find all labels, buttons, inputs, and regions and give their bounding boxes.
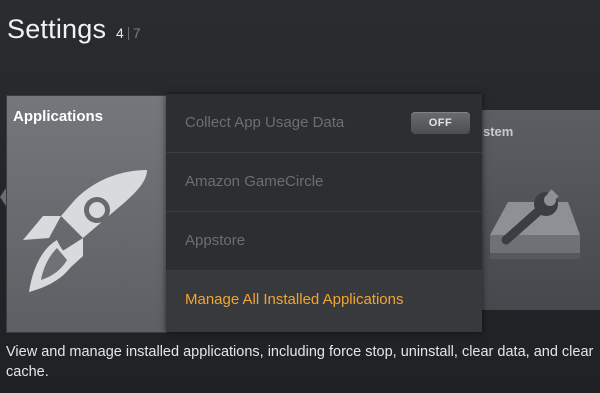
card-title: Applications — [13, 108, 104, 125]
page-separator — [127, 27, 129, 40]
menu-item-amazon-gamecircle[interactable]: Amazon GameCircle — [166, 153, 482, 212]
page-current: 4 — [116, 25, 124, 41]
wrench-drive-icon — [490, 189, 580, 259]
applications-card[interactable]: Applications — [7, 96, 166, 332]
menu-item-label: Manage All Installed Applications — [185, 291, 404, 308]
menu-item-label: Appstore — [185, 232, 246, 249]
selected-item-description: View and manage installed applications, … — [6, 344, 594, 380]
page-title: Settings — [7, 14, 107, 44]
next-card-title: stem — [483, 124, 514, 139]
page-indicator: 47 — [116, 25, 141, 41]
rocket-icon — [23, 170, 147, 292]
collect-usage-toggle[interactable]: OFF — [411, 112, 470, 134]
menu-item-appstore[interactable]: Appstore — [166, 212, 482, 271]
page-total: 7 — [132, 25, 141, 41]
menu-item-collect-app-usage-data[interactable]: Collect App Usage Data OFF — [166, 94, 482, 153]
menu-item-label: Collect App Usage Data — [185, 114, 345, 131]
menu-item-label: Amazon GameCircle — [185, 173, 324, 190]
menu-item-manage-all-installed-applications[interactable]: Manage All Installed Applications — [166, 271, 482, 332]
next-category-card[interactable]: stem — [478, 110, 600, 310]
settings-screen: Settings 47 stem Applications Collect Ap… — [0, 0, 600, 393]
applications-menu: Collect App Usage Data OFF Amazon GameCi… — [166, 94, 482, 332]
